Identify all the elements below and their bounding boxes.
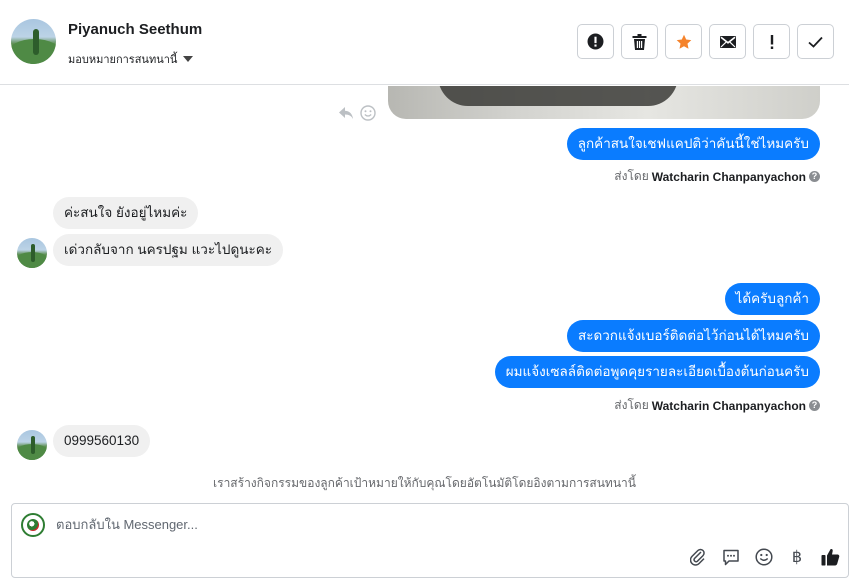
assign-label: มอบหมายการสนทนานี้ (68, 54, 178, 66)
message-outgoing[interactable]: ผมแจ้งเซลล์ติดต่อพูดคุยรายละเอียดเบื้องต… (494, 356, 820, 388)
star-button[interactable] (665, 24, 702, 59)
message-thread[interactable]: ลูกค้าสนใจเชฟแคปติว่าคันนี้ใช่ไหมครับ ส่… (0, 86, 849, 502)
paperclip-icon[interactable] (688, 547, 708, 567)
trash-icon (632, 33, 647, 50)
sender-name[interactable]: Watcharin Chanpanyachon (652, 170, 806, 184)
contact-avatar[interactable] (11, 19, 56, 64)
conversation-actions (577, 24, 834, 59)
auto-activity-note: เราสร้างกิจกรรมของลูกค้าเป้าหมายให้กับคุ… (213, 476, 636, 490)
envelope-icon (719, 35, 736, 48)
message-incoming[interactable]: ค่ะสนใจ ยังอยู่ไหมค่ะ (53, 197, 199, 229)
page-logo (21, 513, 45, 537)
message-outgoing[interactable]: ลูกค้าสนใจเชฟแคปติว่าคันนี้ใช่ไหมครับ (566, 128, 820, 160)
alert-circle-icon (587, 33, 604, 50)
message-outgoing[interactable]: ได้ครับลูกค้า (724, 283, 820, 315)
message-outgoing[interactable]: สะดวกแจ้งเบอร์ติดต่อไว้ก่อนได้ไหมครับ (566, 320, 820, 352)
sent-by-prefix: ส่งโดย (614, 398, 649, 412)
saved-replies-icon[interactable] (721, 547, 741, 567)
sent-by-label: ส่งโดย Watcharin Chanpanyachon ? (614, 167, 820, 186)
sender-name[interactable]: Watcharin Chanpanyachon (652, 399, 806, 413)
contact-avatar-small (17, 238, 47, 268)
composer-tools: ฿ (688, 547, 840, 567)
sent-by-label: ส่งโดย Watcharin Chanpanyachon ? (614, 396, 820, 415)
caret-down-icon (183, 56, 194, 62)
check-icon (808, 36, 823, 48)
sent-by-prefix: ส่งโดย (614, 169, 649, 183)
contact-name[interactable]: Piyanuch Seethum (68, 21, 202, 38)
help-icon[interactable]: ? (809, 171, 820, 182)
delete-button[interactable] (621, 24, 658, 59)
mark-unread-button[interactable] (709, 24, 746, 59)
follow-up-button[interactable] (753, 24, 790, 59)
done-button[interactable] (797, 24, 834, 59)
react-emoji-icon[interactable] (360, 105, 376, 121)
star-icon (676, 34, 691, 49)
help-icon[interactable]: ? (809, 400, 820, 411)
message-incoming[interactable]: 0999560130 (53, 425, 151, 457)
contact-avatar-small (17, 430, 47, 460)
reply-composer: ฿ (11, 503, 849, 578)
shared-photo[interactable] (388, 86, 820, 119)
message-incoming[interactable]: เด่วกลับจาก นครปฐม แวะไปดูนะคะ (53, 234, 283, 266)
assign-conversation-dropdown[interactable]: มอบหมายการสนทนานี้ (68, 50, 194, 68)
baht-icon[interactable]: ฿ (787, 547, 807, 567)
thumbs-up-icon[interactable] (820, 547, 840, 567)
emoji-icon[interactable] (754, 547, 774, 567)
reply-icon[interactable] (338, 106, 354, 120)
reply-input[interactable] (56, 517, 656, 532)
exclamation-icon (770, 34, 773, 49)
conversation-header: Piyanuch Seethum มอบหมายการสนทนานี้ (0, 0, 849, 85)
spam-button[interactable] (577, 24, 614, 59)
